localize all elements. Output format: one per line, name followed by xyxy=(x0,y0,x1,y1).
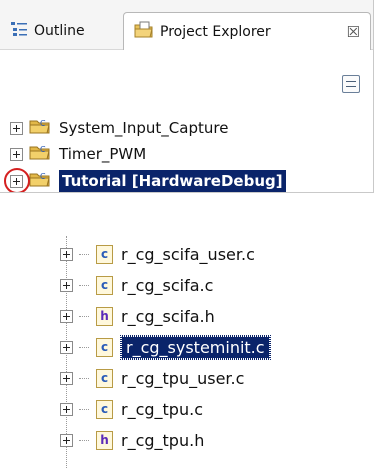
tree-connector xyxy=(79,346,89,348)
tree-connector xyxy=(79,377,89,379)
file-label: r_cg_tpu.c xyxy=(121,399,203,419)
expand-icon[interactable] xyxy=(60,371,73,385)
h-file-icon: h xyxy=(96,430,113,450)
tree-connector xyxy=(79,408,89,410)
svg-text:C: C xyxy=(40,119,46,128)
tab-outline-label: Outline xyxy=(34,23,85,39)
highlight-circle xyxy=(4,168,30,192)
tree-connector xyxy=(79,253,89,255)
file-item[interactable]: c r_cg_scifa_user.c xyxy=(60,240,255,268)
project-explorer-icon xyxy=(134,21,154,43)
tree-connector xyxy=(79,315,89,317)
project-explorer-panel: Outline Project Explorer ☒ C System_Inpu… xyxy=(0,0,374,193)
file-label: r_cg_tpu_user.c xyxy=(121,368,245,388)
file-label-selected: r_cg_systeminit.c xyxy=(120,334,271,360)
file-item[interactable]: c r_cg_tpu.c xyxy=(60,395,203,423)
collapse-all-icon[interactable] xyxy=(342,75,360,93)
file-label: r_cg_scifa.h xyxy=(121,306,215,326)
c-file-icon: c xyxy=(96,244,113,264)
project-folder-icon: C xyxy=(29,117,51,139)
h-file-icon: h xyxy=(96,306,113,326)
project-label: Timer_PWM xyxy=(59,145,147,163)
outline-icon xyxy=(10,21,28,41)
project-label: System_Input_Capture xyxy=(59,119,229,137)
project-folder-icon: C xyxy=(29,143,51,165)
expand-icon[interactable] xyxy=(60,340,73,354)
expand-icon[interactable] xyxy=(10,121,23,135)
expand-icon[interactable] xyxy=(60,247,73,261)
tree-item-project-selected[interactable]: C Tutorial [HardwareDebug] xyxy=(10,168,286,192)
expand-icon[interactable] xyxy=(60,433,73,447)
tree-item-project[interactable]: C System_Input_Capture xyxy=(10,115,228,141)
c-file-icon: c xyxy=(96,275,113,295)
expand-icon[interactable] xyxy=(10,147,23,161)
tab-project-explorer-label: Project Explorer xyxy=(160,23,271,40)
file-item[interactable]: c r_cg_tpu_user.c xyxy=(60,364,244,392)
file-item[interactable]: h r_cg_scifa.h xyxy=(60,302,215,330)
close-icon[interactable]: ☒ xyxy=(347,23,360,41)
tab-outline[interactable]: Outline xyxy=(10,12,120,50)
expand-icon[interactable] xyxy=(60,309,73,323)
tab-project-explorer[interactable]: Project Explorer ☒ xyxy=(123,12,371,50)
file-item-selected[interactable]: c r_cg_systeminit.c xyxy=(60,333,271,361)
expand-icon[interactable] xyxy=(60,278,73,292)
expand-icon[interactable] xyxy=(60,402,73,416)
tree-item-project[interactable]: C Timer_PWM xyxy=(10,141,146,167)
file-item[interactable]: h r_cg_tpu.h xyxy=(60,426,204,454)
tree-connector xyxy=(79,439,89,441)
svg-text:C: C xyxy=(40,172,46,181)
c-file-icon: c xyxy=(96,368,113,388)
c-file-icon: c xyxy=(96,399,113,419)
file-label: r_cg_scifa_user.c xyxy=(121,244,255,264)
file-item[interactable]: c r_cg_scifa.c xyxy=(60,271,213,299)
file-label: r_cg_tpu.h xyxy=(121,430,205,450)
project-folder-icon: C xyxy=(29,170,51,192)
file-label: r_cg_scifa.c xyxy=(121,275,214,295)
tree-connector xyxy=(79,284,89,286)
svg-text:C: C xyxy=(40,145,46,154)
project-label-selected: Tutorial [HardwareDebug] xyxy=(59,170,286,192)
tab-bar: Outline Project Explorer ☒ xyxy=(0,0,373,50)
c-file-icon: c xyxy=(96,337,113,357)
